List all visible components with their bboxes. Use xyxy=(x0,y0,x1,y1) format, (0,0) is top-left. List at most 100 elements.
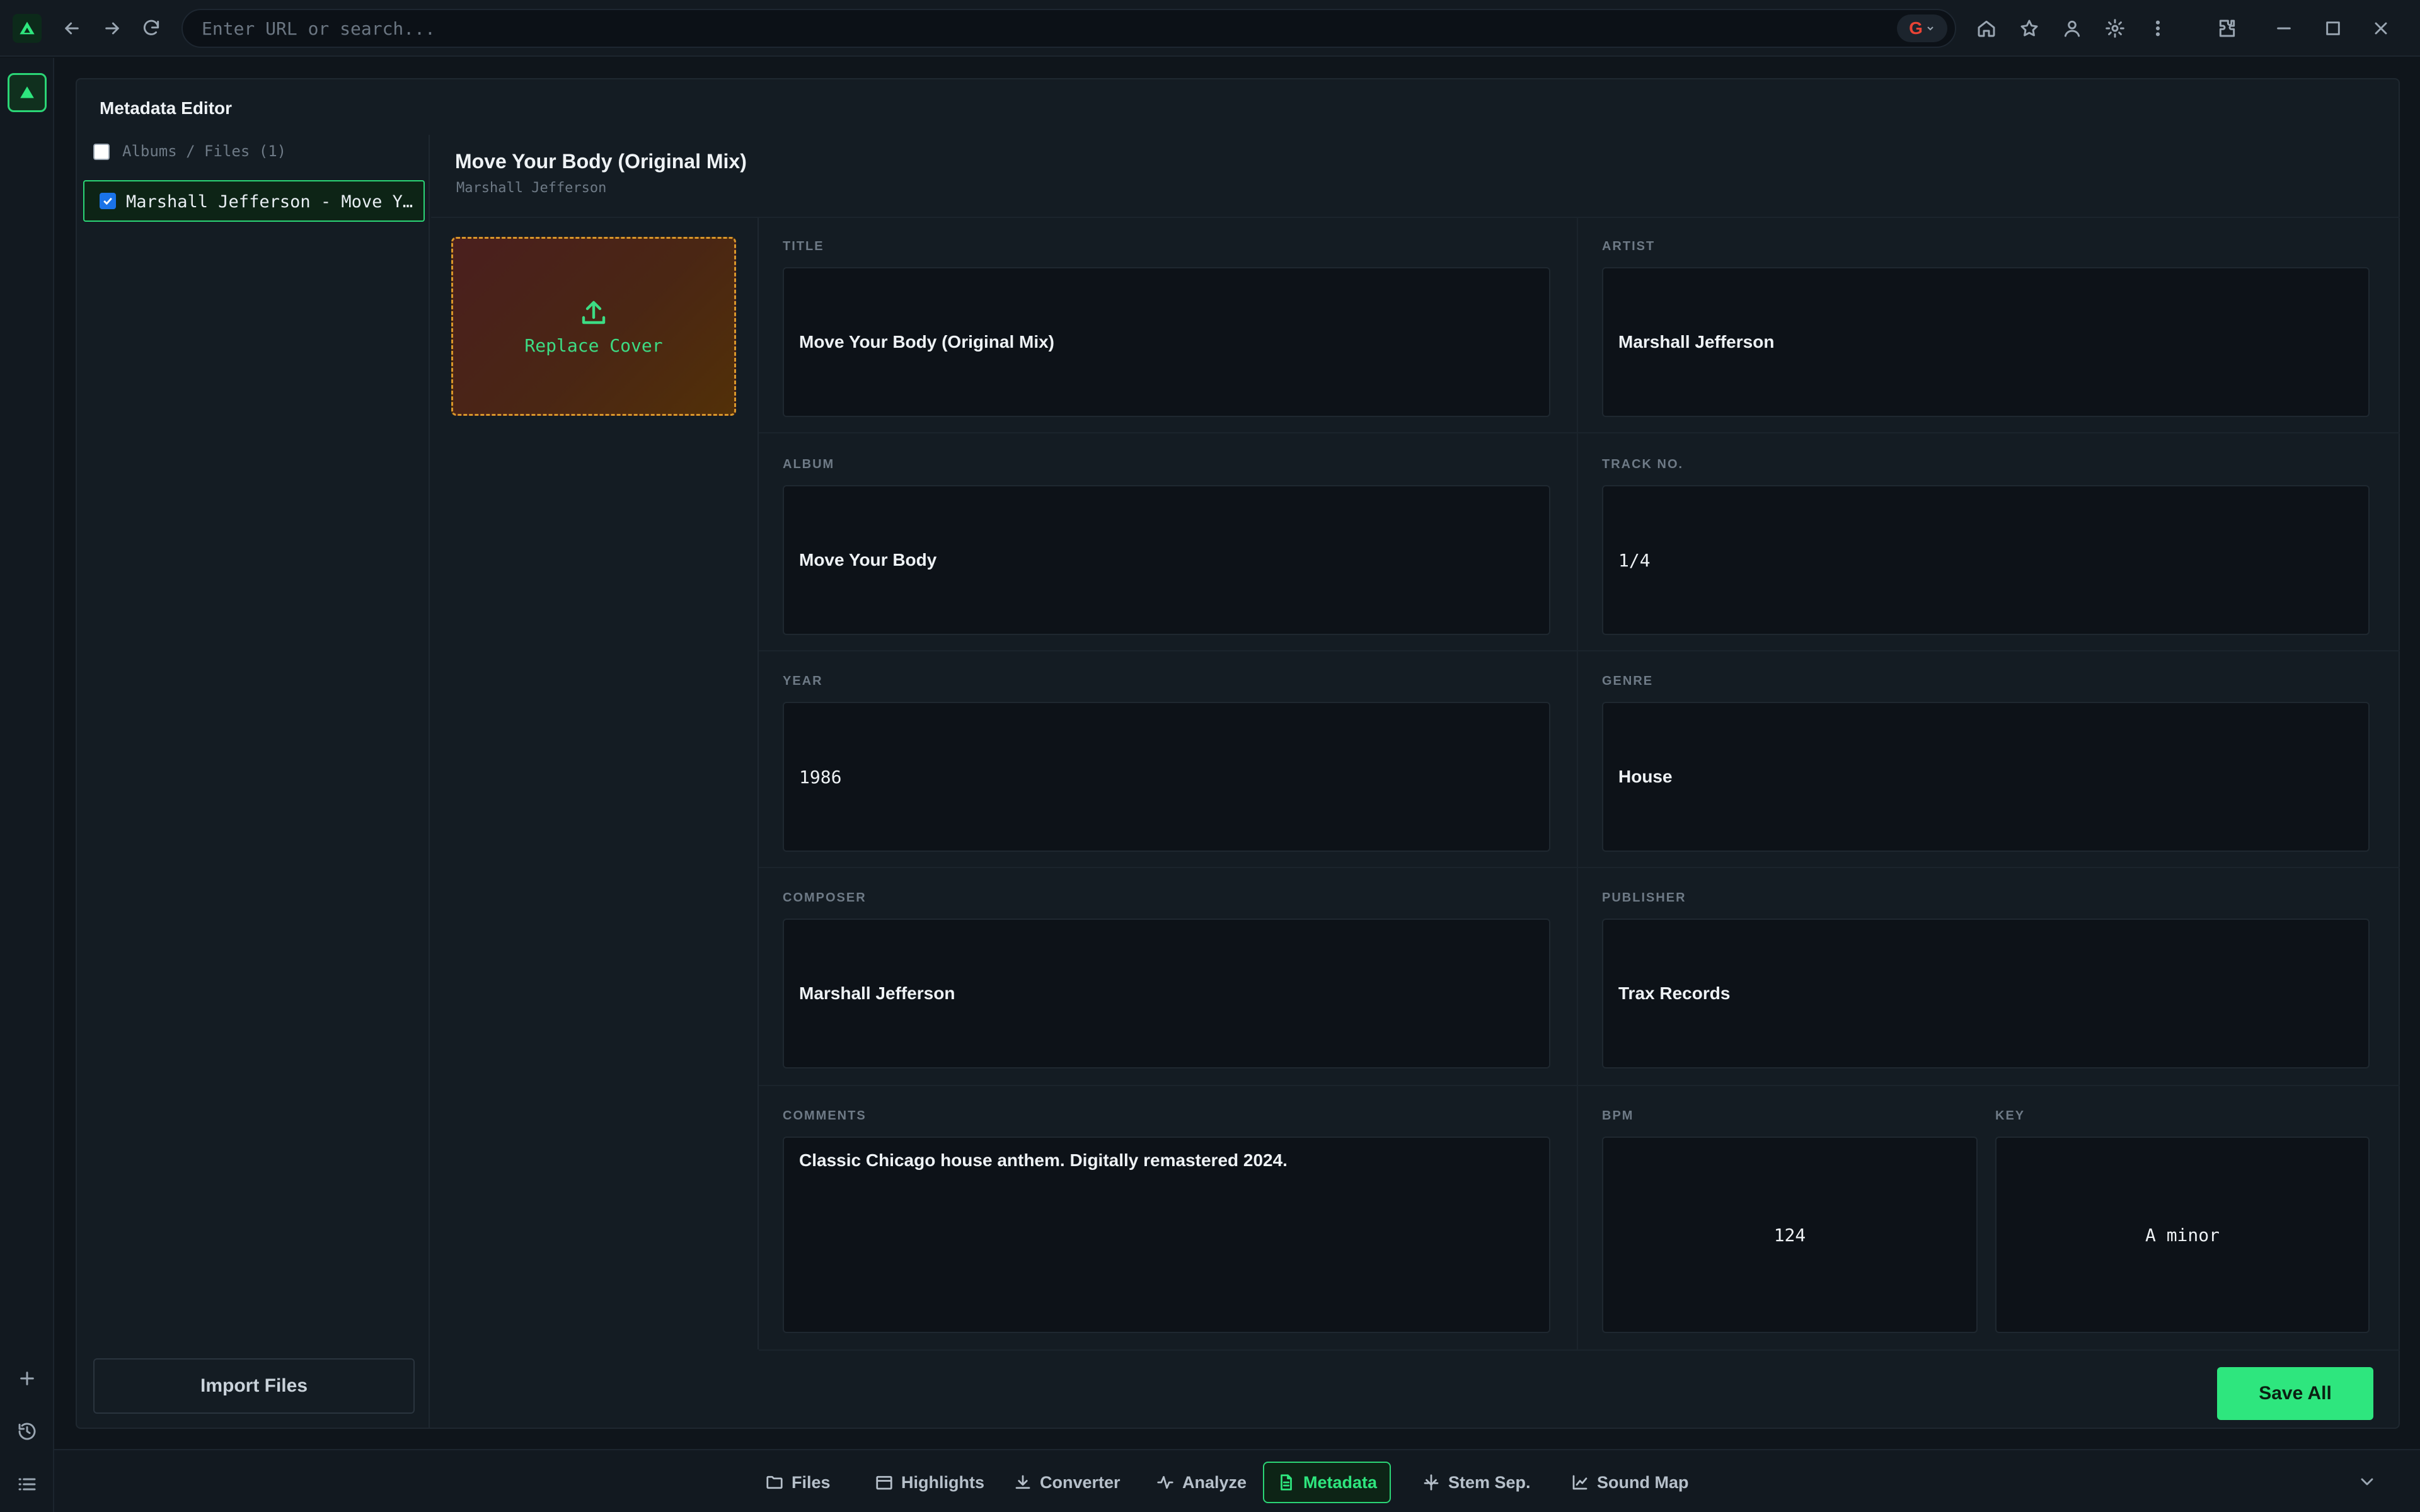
tab-stem-sep[interactable]: Stem Sep. xyxy=(1409,1462,1543,1503)
composer-label: COMPOSER xyxy=(783,891,867,905)
more-vertical-icon xyxy=(2155,20,2160,37)
comments-textarea[interactable]: Classic Chicago house anthem. Digitally … xyxy=(783,1137,1550,1333)
bookmark-button[interactable] xyxy=(2010,9,2048,47)
url-input[interactable] xyxy=(202,18,1865,39)
app-logo xyxy=(13,14,42,43)
bpm-label: BPM xyxy=(1602,1109,1634,1123)
title-label: TITLE xyxy=(783,239,824,253)
publisher-field[interactable]: Trax Records xyxy=(1602,919,2370,1068)
metadata-editor-panel: Metadata Editor Albums / Files (1) Marsh… xyxy=(76,78,2400,1429)
bottom-tab-bar: Files Highlights Converter Analyze Metad… xyxy=(54,1449,2420,1512)
album-label: ALBUM xyxy=(783,457,835,471)
download-icon xyxy=(1015,1475,1030,1489)
track-artist: Marshall Jefferson xyxy=(456,180,607,196)
title-field[interactable]: Move Your Body (Original Mix) xyxy=(783,267,1550,417)
chevron-down-icon xyxy=(2361,1478,2373,1486)
search-engine-selector[interactable]: G xyxy=(1897,14,1947,42)
divider xyxy=(759,432,2400,433)
plus-icon xyxy=(20,1372,34,1385)
bpm-field[interactable]: 124 xyxy=(1602,1137,1978,1333)
list-item[interactable]: Marshall Jefferson - Move Your Body (Ori… xyxy=(83,180,425,222)
chevron-down-icon xyxy=(1927,26,1933,31)
extensions-button[interactable] xyxy=(2208,9,2246,47)
file-name: Marshall Jefferson - Move Your Body (Ori… xyxy=(126,192,416,212)
home-icon xyxy=(1978,20,1995,37)
save-all-button[interactable]: Save All xyxy=(2217,1367,2373,1420)
maximize-icon xyxy=(2326,21,2340,35)
tab-label: Highlights xyxy=(901,1472,984,1492)
history-icon xyxy=(18,1423,36,1440)
close-button[interactable] xyxy=(2362,9,2400,47)
google-icon: G xyxy=(1909,18,1923,38)
minimize-icon xyxy=(2277,27,2291,30)
collapse-tabs-button[interactable] xyxy=(2348,1463,2386,1501)
tab-label: Analyze xyxy=(1182,1472,1247,1492)
tab-label: Stem Sep. xyxy=(1448,1472,1531,1492)
replace-cover-label: Replace Cover xyxy=(524,335,663,356)
select-all-checkbox[interactable] xyxy=(93,144,110,160)
rail-app-button[interactable] xyxy=(8,73,47,112)
settings-button[interactable] xyxy=(2096,9,2134,47)
divider xyxy=(759,1349,2400,1351)
reload-button[interactable] xyxy=(132,9,170,47)
file-list-column xyxy=(77,135,430,1429)
forward-button[interactable] xyxy=(93,9,131,47)
tab-label: Files xyxy=(792,1472,831,1492)
list-icon xyxy=(18,1478,36,1491)
genre-field[interactable]: House xyxy=(1602,702,2370,852)
gear-icon xyxy=(2106,19,2124,38)
track-no-label: TRACK NO. xyxy=(1602,457,1684,471)
maximize-button[interactable] xyxy=(2314,9,2352,47)
user-icon xyxy=(2064,20,2080,37)
minimize-button[interactable] xyxy=(2265,9,2303,47)
tab-files[interactable]: Files xyxy=(752,1462,843,1503)
divider xyxy=(759,1085,2400,1086)
replace-cover-dropzone[interactable]: Replace Cover xyxy=(451,237,736,416)
tab-label: Converter xyxy=(1040,1472,1121,1492)
reload-icon xyxy=(143,20,159,35)
upload-icon xyxy=(582,301,606,324)
tab-sound-map[interactable]: Sound Map xyxy=(1558,1462,1701,1503)
calendar-icon xyxy=(876,1475,892,1490)
back-button[interactable] xyxy=(53,9,91,47)
logo-triangle-icon xyxy=(20,21,35,35)
import-files-button[interactable]: Import Files xyxy=(93,1358,415,1414)
artist-field[interactable]: Marshall Jefferson xyxy=(1602,267,2370,417)
folder-icon xyxy=(766,1475,783,1489)
tab-converter[interactable]: Converter xyxy=(1001,1462,1133,1503)
rail-history-button[interactable] xyxy=(8,1412,46,1450)
tab-label: Sound Map xyxy=(1597,1472,1689,1492)
year-field[interactable]: 1986 xyxy=(783,702,1550,852)
home-button[interactable] xyxy=(1968,9,2005,47)
album-field[interactable]: Move Your Body xyxy=(783,485,1550,635)
composer-field[interactable]: Marshall Jefferson xyxy=(783,919,1550,1068)
star-icon xyxy=(2020,20,2038,37)
logo-triangle-icon xyxy=(20,86,34,98)
publisher-label: PUBLISHER xyxy=(1602,891,1686,905)
close-icon xyxy=(2375,22,2387,35)
arrow-left-icon xyxy=(65,22,79,35)
file-checkbox[interactable] xyxy=(100,193,116,209)
puzzle-icon xyxy=(2219,20,2235,37)
tab-highlights[interactable]: Highlights xyxy=(862,1462,997,1503)
key-field[interactable]: A minor xyxy=(1995,1137,2370,1333)
divider xyxy=(759,867,2400,868)
track-no-field[interactable]: 1/4 xyxy=(1602,485,2370,635)
address-bar: G xyxy=(182,9,1956,48)
panel-title: Metadata Editor xyxy=(100,98,233,118)
chart-icon xyxy=(1572,1475,1587,1490)
rail-add-button[interactable] xyxy=(8,1360,46,1397)
tab-metadata[interactable]: Metadata xyxy=(1263,1462,1392,1503)
rail-list-button[interactable] xyxy=(8,1465,46,1503)
comments-label: COMMENTS xyxy=(783,1109,867,1123)
menu-button[interactable] xyxy=(2139,9,2177,47)
arrow-right-icon xyxy=(105,22,119,35)
check-icon xyxy=(103,197,112,205)
genre-label: GENRE xyxy=(1602,674,1654,688)
track-title: Move Your Body (Original Mix) xyxy=(455,150,747,173)
profile-button[interactable] xyxy=(2053,9,2091,47)
files-header: Albums / Files (1) xyxy=(122,142,287,160)
key-label: KEY xyxy=(1995,1109,2025,1123)
tab-analyze[interactable]: Analyze xyxy=(1143,1462,1259,1503)
activity-icon xyxy=(1157,1475,1173,1489)
